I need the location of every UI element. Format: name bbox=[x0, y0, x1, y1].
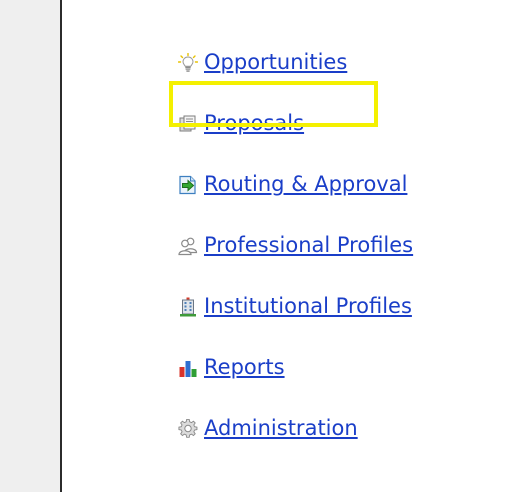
panel-divider bbox=[60, 0, 62, 492]
nav-link-label[interactable]: Reports bbox=[204, 357, 285, 378]
nav-item-administration[interactable]: Administration bbox=[178, 398, 413, 459]
nav-item-institutional-profiles[interactable]: Institutional Profiles bbox=[178, 276, 413, 337]
page: Opportunities Proposals Routing & Approv… bbox=[0, 0, 506, 492]
main-nav-menu: Opportunities Proposals Routing & Approv… bbox=[178, 32, 413, 459]
nav-link-label[interactable]: Proposals bbox=[204, 113, 304, 134]
bar-chart-icon bbox=[179, 360, 197, 377]
nav-link-label[interactable]: Opportunities bbox=[204, 52, 347, 73]
nav-item-professional-profiles[interactable]: Professional Profiles bbox=[178, 215, 413, 276]
nav-link-label[interactable]: Routing & Approval bbox=[204, 174, 407, 195]
proposal-documents-icon bbox=[179, 115, 196, 131]
lightbulb-icon bbox=[178, 52, 198, 72]
nav-link-label[interactable]: Institutional Profiles bbox=[204, 296, 412, 317]
nav-item-opportunities[interactable]: Opportunities bbox=[178, 32, 413, 93]
people-icon bbox=[178, 237, 198, 255]
left-panel bbox=[0, 0, 60, 492]
nav-item-proposals[interactable]: Proposals bbox=[178, 93, 413, 154]
nav-link-label[interactable]: Professional Profiles bbox=[204, 235, 413, 256]
nav-link-label[interactable]: Administration bbox=[204, 418, 358, 439]
nav-item-routing-approval[interactable]: Routing & Approval bbox=[178, 154, 413, 215]
nav-item-reports[interactable]: Reports bbox=[178, 337, 413, 398]
gear-icon bbox=[178, 418, 198, 438]
routing-arrow-icon bbox=[179, 175, 196, 194]
building-icon bbox=[180, 297, 196, 316]
